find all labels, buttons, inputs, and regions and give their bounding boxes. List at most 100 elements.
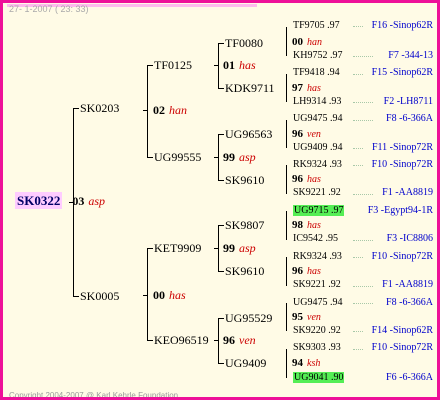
gen4-id[interactable]: RK9324 bbox=[293, 251, 327, 262]
gen4-id[interactable]: SK9303 bbox=[293, 342, 326, 353]
gen4-id[interactable]: TF9705 bbox=[293, 20, 325, 31]
root-node[interactable]: SK0322 03 asp bbox=[15, 192, 105, 209]
gen3-node-3[interactable]: UG96563 bbox=[225, 127, 272, 141]
gen4-id[interactable]: IC9542 bbox=[293, 233, 323, 244]
gen4-line: F10 -Sinop72R bbox=[371, 159, 433, 170]
gen4-node[interactable]: UG9409 .94 bbox=[293, 142, 342, 154]
gen3-node-5[interactable]: SK9807 bbox=[225, 218, 264, 232]
gen4-id[interactable]: LH9314 bbox=[293, 96, 326, 107]
gen4-year: .97 bbox=[329, 50, 343, 61]
gen4-id[interactable]: UG9715 bbox=[294, 205, 328, 216]
gen4-node[interactable]: TF9705 .97 bbox=[293, 20, 340, 32]
gen4-id[interactable]: UG9041 bbox=[294, 372, 328, 383]
gen2-node-4[interactable]: KEO96519 bbox=[154, 333, 209, 347]
connector-sk9610-b bbox=[286, 257, 287, 286]
gen2-node-2[interactable]: UG99555 bbox=[154, 150, 201, 164]
gen4-node[interactable]: RK9324 .93 bbox=[293, 251, 342, 263]
gen4-node[interactable]: LH9314 .93 bbox=[293, 96, 341, 108]
gen4-node[interactable]: SK9221 .92 bbox=[293, 187, 341, 199]
gen4-year: .95 bbox=[325, 233, 339, 244]
gen4-line: F6 -6-366A bbox=[386, 372, 433, 383]
gen4-id[interactable]: SK9221 bbox=[293, 187, 326, 198]
gen4-node[interactable]: RK9324 .93 bbox=[293, 159, 342, 171]
stub-gen2-a bbox=[214, 65, 219, 66]
gen1-sire-year: 02 han bbox=[153, 103, 187, 117]
gen4-line: F10 -Sinop72R bbox=[371, 342, 433, 353]
leader-15 bbox=[353, 349, 363, 350]
gen3-node-2[interactable]: KDK9711 bbox=[225, 81, 275, 95]
gen4-year: .94 bbox=[329, 113, 343, 124]
gen4-line: F1 -AA8819 bbox=[382, 279, 433, 290]
gen4-year: .97 bbox=[327, 20, 340, 31]
stub-gen2-b bbox=[214, 157, 219, 158]
gen4-line: F8 -6-366A bbox=[386, 297, 433, 308]
stub-ug99555 bbox=[147, 157, 153, 158]
leader-7 bbox=[353, 165, 363, 166]
gen2-node-1[interactable]: TF0125 bbox=[154, 58, 192, 72]
gen4-node[interactable]: SK9221 .92 bbox=[293, 279, 341, 291]
gen4-line: F15 -Sinop62R bbox=[371, 67, 433, 78]
gen4-year: .93 bbox=[328, 96, 342, 107]
gen3-year-1: 00 han bbox=[292, 36, 322, 48]
gen4-node[interactable]: KH9752 .97 bbox=[293, 50, 342, 62]
connector-sk9807 bbox=[286, 211, 287, 240]
gen4-id[interactable]: RK9324 bbox=[293, 159, 327, 170]
gen4-node[interactable]: UG9475 .94 bbox=[293, 113, 342, 125]
leader-8 bbox=[353, 194, 373, 195]
gen1-dam-year: 00 has bbox=[153, 288, 186, 302]
gen4-year: .94 bbox=[329, 297, 343, 308]
connector-kdk9711 bbox=[286, 74, 287, 102]
gen1-sire[interactable]: SK0203 bbox=[80, 101, 119, 115]
gen4-node[interactable]: SK9220 .92 bbox=[293, 325, 341, 337]
stub-gen2-c bbox=[214, 248, 219, 249]
gen4-id[interactable]: TF9418 bbox=[293, 67, 325, 78]
gen4-id[interactable]: SK9220 bbox=[293, 325, 326, 336]
gen3-node-4[interactable]: SK9610 bbox=[225, 173, 264, 187]
gen4-node[interactable]: IC9542 .95 bbox=[293, 233, 338, 245]
gen4-year: .94 bbox=[327, 67, 340, 78]
leader-4 bbox=[353, 102, 373, 103]
gen4-highlight: UG9041 .90 bbox=[293, 372, 345, 383]
gen4-node[interactable]: TF9418 .94 bbox=[293, 67, 340, 79]
gen3-node-7[interactable]: UG95529 bbox=[225, 311, 272, 325]
header-date: 27- 1-2007 ( 23: 33) bbox=[9, 4, 89, 14]
gen3-node-6[interactable]: SK9610 bbox=[225, 264, 264, 278]
gen4-line: F7 -344-13 bbox=[388, 50, 433, 61]
gen4-node[interactable]: UG9475 .94 bbox=[293, 297, 342, 309]
footer-copyright: Copyright 2004-2007 @ Karl Kehrle Founda… bbox=[9, 391, 181, 400]
gen3-year-5: 98 has bbox=[292, 219, 321, 231]
stub-gen1-b bbox=[143, 295, 148, 296]
root-id[interactable]: SK0322 bbox=[15, 192, 63, 209]
gen2-year-3: 99 asp bbox=[223, 241, 256, 255]
leader-3 bbox=[353, 74, 363, 75]
gen4-year: .93 bbox=[329, 159, 342, 170]
gen4-node[interactable]: UG9041 .90 bbox=[293, 372, 345, 384]
gen4-node[interactable]: UG9715 .97 bbox=[293, 205, 345, 217]
gen2-year-2: 99 asp bbox=[223, 150, 256, 164]
gen4-node[interactable]: SK9303 .93 bbox=[293, 342, 341, 354]
stub-ug95529 bbox=[218, 318, 224, 319]
gen3-year-7: 95 ven bbox=[292, 311, 321, 323]
stub-gen1-a bbox=[143, 110, 148, 111]
gen3-node-1[interactable]: TF0080 bbox=[225, 36, 263, 50]
gen4-id[interactable]: SK9221 bbox=[293, 279, 326, 290]
gen4-id[interactable]: KH9752 bbox=[293, 50, 327, 61]
gen4-year: .92 bbox=[328, 187, 341, 198]
gen4-id[interactable]: UG9475 bbox=[293, 297, 327, 308]
gen3-node-8[interactable]: UG9409 bbox=[225, 356, 266, 370]
stub-keo96519 bbox=[147, 340, 153, 341]
stub-tf0080 bbox=[218, 43, 224, 44]
gen4-id[interactable]: UG9409 bbox=[293, 142, 327, 153]
stub-ug96563 bbox=[218, 134, 224, 135]
leader-5 bbox=[353, 120, 373, 121]
gen2-node-3[interactable]: KET9909 bbox=[154, 241, 201, 255]
gen3-year-2: 97 has bbox=[292, 82, 321, 94]
stub-sk0203 bbox=[73, 108, 79, 109]
gen4-id[interactable]: UG9475 bbox=[293, 113, 327, 124]
gen4-highlight: UG9715 .97 bbox=[293, 205, 345, 216]
gen4-year: .92 bbox=[328, 325, 341, 336]
gen1-dam[interactable]: SK0005 bbox=[80, 289, 119, 303]
connector-sk0005 bbox=[147, 248, 148, 340]
gen4-year: .93 bbox=[328, 342, 341, 353]
gen4-year: .93 bbox=[329, 251, 342, 262]
